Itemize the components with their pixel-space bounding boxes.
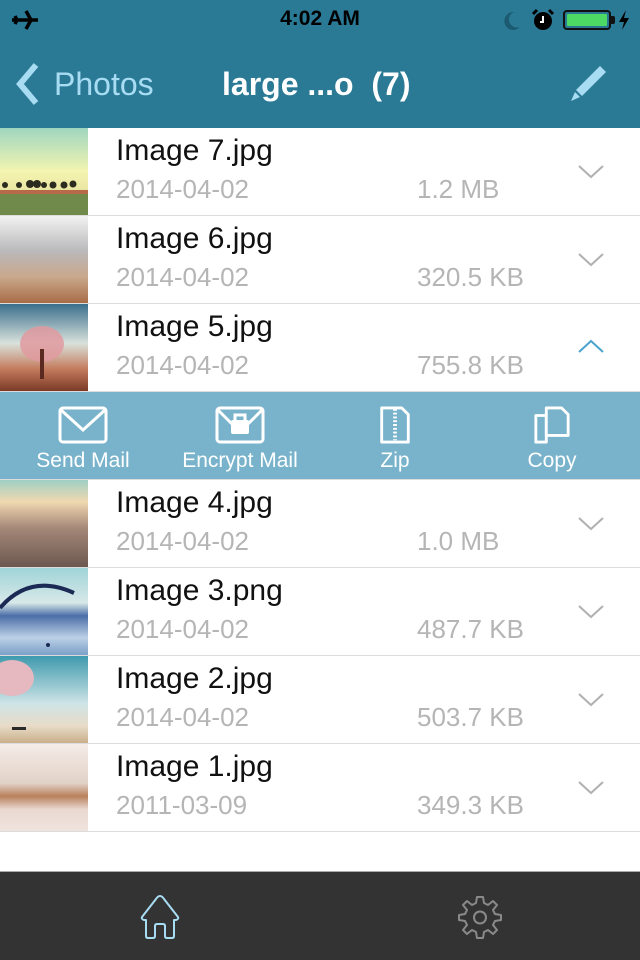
file-row-expanded[interactable]: Image 5.jpg 2014-04-02 755.8 KB xyxy=(0,304,640,392)
pencil-icon[interactable] xyxy=(566,62,610,106)
charging-bolt-icon xyxy=(619,10,629,30)
navigation-bar: Photos large ...o (7) xyxy=(0,40,640,128)
copy-icon xyxy=(534,406,570,444)
action-label: Zip xyxy=(380,449,410,472)
file-thumbnail xyxy=(0,304,88,391)
envelope-icon xyxy=(58,406,108,444)
file-name: Image 5.jpg xyxy=(116,310,273,343)
file-size: 1.0 MB xyxy=(417,526,500,556)
send-mail-button[interactable]: Send Mail xyxy=(28,392,138,480)
alarm-clock-icon xyxy=(531,8,555,30)
zip-file-icon xyxy=(380,406,410,444)
file-thumbnail xyxy=(0,216,88,303)
status-bar: 4:02 AM xyxy=(0,0,640,40)
encrypt-mail-button[interactable]: Encrypt Mail xyxy=(170,392,310,480)
file-name: Image 1.jpg xyxy=(116,750,273,783)
file-date: 2014-04-02 xyxy=(116,174,249,204)
file-thumbnail xyxy=(0,568,88,655)
file-date: 2014-04-02 xyxy=(116,614,249,644)
file-thumbnail xyxy=(0,480,88,567)
chevron-up-icon[interactable] xyxy=(576,334,606,360)
action-label: Send Mail xyxy=(36,449,130,472)
file-size: 487.7 KB xyxy=(417,614,524,644)
battery-icon xyxy=(563,10,611,30)
file-size: 320.5 KB xyxy=(417,262,524,292)
file-thumbnail xyxy=(0,128,88,215)
chevron-down-icon[interactable] xyxy=(576,774,606,800)
back-button[interactable]: Photos xyxy=(14,62,154,106)
header: 4:02 AM Photos large ...o (7) xyxy=(0,0,640,128)
file-date: 2014-04-02 xyxy=(116,350,249,380)
file-name: Image 3.png xyxy=(116,574,283,607)
file-row[interactable]: Image 6.jpg 2014-04-02 320.5 KB xyxy=(0,216,640,304)
home-icon xyxy=(140,894,180,939)
back-button-label: Photos xyxy=(54,65,154,102)
chevron-down-icon[interactable] xyxy=(576,510,606,536)
file-row[interactable]: Image 4.jpg 2014-04-02 1.0 MB xyxy=(0,480,640,568)
file-size: 503.7 KB xyxy=(417,702,524,732)
file-row[interactable]: Image 2.jpg 2014-04-02 503.7 KB xyxy=(0,656,640,744)
file-name: Image 6.jpg xyxy=(116,222,273,255)
file-date: 2014-04-02 xyxy=(116,526,249,556)
file-row[interactable]: Image 1.jpg 2011-03-09 349.3 KB xyxy=(0,744,640,832)
tab-home[interactable] xyxy=(0,872,320,960)
file-date: 2014-04-02 xyxy=(116,702,249,732)
page-title: large ...o (7) xyxy=(222,66,411,102)
chevron-down-icon[interactable] xyxy=(576,686,606,712)
file-list: Image 7.jpg 2014-04-02 1.2 MB Image 6.jp… xyxy=(0,128,640,832)
file-row[interactable]: Image 3.png 2014-04-02 487.7 KB xyxy=(0,568,640,656)
tab-settings[interactable] xyxy=(320,872,640,960)
file-name: Image 4.jpg xyxy=(116,486,273,519)
action-label: Copy xyxy=(527,449,577,472)
action-label: Encrypt Mail xyxy=(182,449,298,472)
file-thumbnail xyxy=(0,744,88,831)
file-size: 755.8 KB xyxy=(417,350,524,380)
file-row[interactable]: Image 7.jpg 2014-04-02 1.2 MB xyxy=(0,128,640,216)
file-name: Image 7.jpg xyxy=(116,134,273,167)
file-date: 2011-03-09 xyxy=(116,790,248,820)
copy-button[interactable]: Copy xyxy=(500,392,604,480)
chevron-down-icon[interactable] xyxy=(576,158,606,184)
file-name: Image 2.jpg xyxy=(116,662,273,695)
do-not-disturb-moon-icon xyxy=(504,11,520,30)
battery-nub xyxy=(611,16,615,24)
chevron-left-icon xyxy=(16,63,39,105)
file-actions-bar: Send Mail Encrypt Mail Zip Copy xyxy=(0,392,640,480)
file-thumbnail xyxy=(0,656,88,743)
locked-envelope-icon xyxy=(215,406,265,444)
file-date: 2014-04-02 xyxy=(116,262,249,292)
tab-bar xyxy=(0,871,640,960)
chevron-down-icon[interactable] xyxy=(576,598,606,624)
file-size: 349.3 KB xyxy=(417,790,524,820)
chevron-down-icon[interactable] xyxy=(576,246,606,272)
zip-button[interactable]: Zip xyxy=(355,392,435,480)
file-size: 1.2 MB xyxy=(417,174,500,204)
gear-icon xyxy=(458,895,502,939)
